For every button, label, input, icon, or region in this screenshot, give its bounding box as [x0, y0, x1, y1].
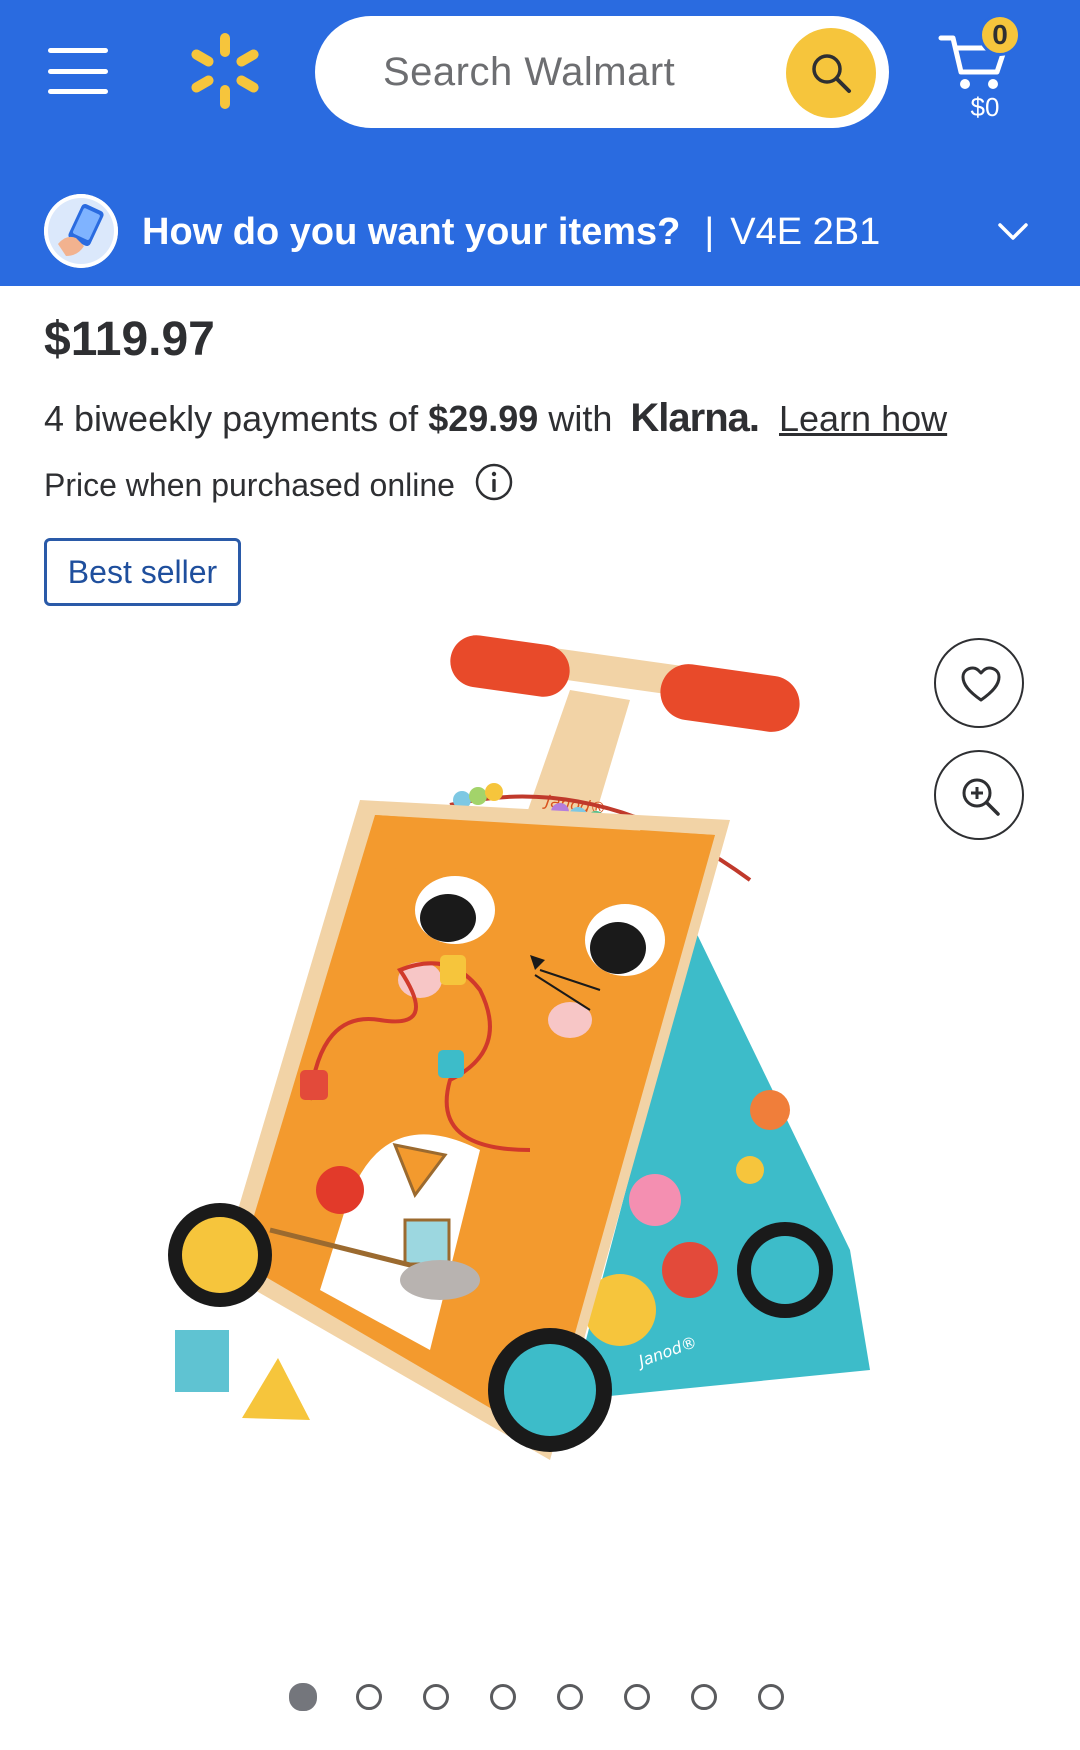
fulfillment-separator: |: [704, 211, 715, 253]
carousel-dot[interactable]: [289, 1683, 317, 1711]
hamburger-menu-icon[interactable]: [48, 48, 108, 94]
search-icon: [812, 54, 851, 93]
image-carousel-indicator: [0, 1683, 1080, 1714]
postal-code: V4E 2B1: [730, 211, 881, 253]
chevron-down-icon[interactable]: [996, 216, 1030, 246]
info-icon[interactable]: [474, 462, 514, 502]
add-to-favorites-button[interactable]: [934, 638, 1024, 728]
zoom-image-button[interactable]: [934, 750, 1024, 840]
klarna-installment-line: 4 biweekly payments of $29.99 with Klarn…: [44, 395, 947, 442]
zoom-in-icon: [962, 778, 1000, 816]
fulfillment-question: How do you want your items?: [142, 211, 681, 253]
klarna-with: with: [548, 398, 613, 439]
learn-how-link[interactable]: Learn how: [779, 398, 947, 439]
carousel-dot[interactable]: [624, 1684, 650, 1710]
cat-activity-walker-image[interactable]: Janod® Janod®: [150, 630, 950, 1640]
cart-count-badge: 0: [979, 14, 1021, 56]
cart-button[interactable]: 0 $0: [935, 10, 1035, 125]
carousel-dot[interactable]: [691, 1684, 717, 1710]
carousel-dot[interactable]: [423, 1684, 449, 1710]
klarna-prefix: 4 biweekly payments of: [44, 398, 419, 439]
walmart-spark-icon[interactable]: [184, 30, 266, 112]
klarna-logo: Klarna.: [630, 396, 760, 440]
best-seller-badge: Best seller: [44, 538, 241, 606]
search-input[interactable]: Search Walmart: [383, 46, 675, 98]
search-button[interactable]: [786, 28, 876, 118]
carousel-dot[interactable]: [758, 1684, 784, 1710]
top-header: Search Walmart 0 $0: [0, 0, 1080, 150]
price-note: Price when purchased online: [44, 467, 455, 503]
fulfillment-text[interactable]: How do you want your items? | V4E 2B1: [142, 208, 880, 256]
carousel-dot[interactable]: [356, 1684, 382, 1710]
search-bar[interactable]: Search Walmart: [315, 16, 889, 128]
product-price: $119.97: [44, 313, 215, 366]
heart-icon: [961, 666, 1001, 702]
cart-total: $0: [970, 92, 1000, 122]
carousel-dot[interactable]: [557, 1684, 583, 1710]
phone-hand-icon: [44, 194, 118, 268]
klarna-installment-amount: $29.99: [428, 398, 539, 439]
carousel-dot[interactable]: [490, 1684, 516, 1710]
